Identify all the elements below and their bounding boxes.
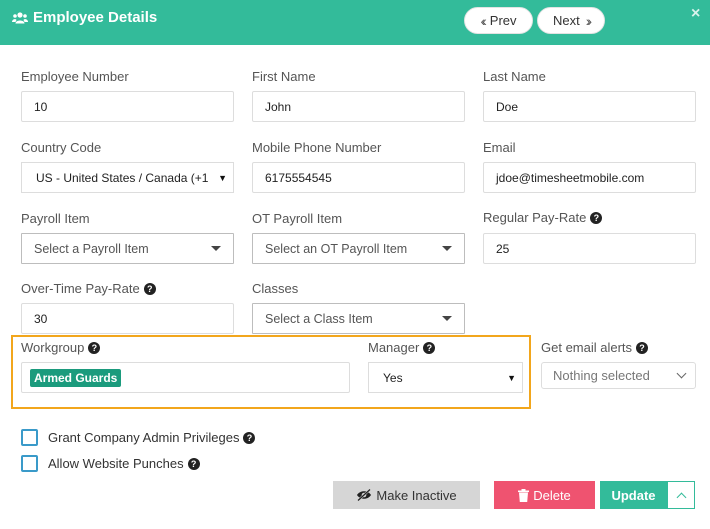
ot-payroll-item-placeholder: Select an OT Payroll Item [265, 241, 408, 256]
employee-number-label-text: Employee Number [21, 69, 129, 84]
users-icon [12, 11, 28, 23]
last-name-input[interactable]: Doe [483, 91, 696, 122]
chevron-up-icon [676, 492, 686, 502]
first-name-label-text: First Name [252, 69, 316, 84]
employee-number-input[interactable]: 10 [21, 91, 234, 122]
email-alerts-value: Nothing selected [553, 368, 650, 383]
workgroup-input[interactable]: Armed Guards [21, 362, 350, 393]
email-alerts-select[interactable]: Nothing selected [541, 362, 696, 389]
modal-header: Employee Details ‹‹ Prev Next ›› × [0, 0, 710, 45]
classes-label-text: Classes [252, 281, 299, 296]
double-chevron-right-icon: ›› [585, 12, 593, 29]
caret-down-icon: ▼ [218, 172, 227, 183]
last-name-value: Doe [496, 99, 519, 114]
regular-pay-rate-value: 25 [496, 241, 510, 256]
first-name-input[interactable]: John [252, 91, 465, 122]
title-text: Employee Details [33, 9, 158, 26]
prev-button[interactable]: ‹‹ Prev [464, 7, 533, 34]
mobile-phone-input[interactable]: 6175554545 [252, 162, 465, 193]
manager-label-text: Manager [368, 340, 420, 355]
question-circle-icon[interactable]: ? [636, 341, 649, 354]
workgroup-tag[interactable]: Armed Guards [30, 368, 122, 387]
payroll-item-placeholder: Select a Payroll Item [34, 241, 149, 256]
overtime-pay-rate-input[interactable]: 30 [21, 303, 234, 334]
double-chevron-left-icon: ‹‹ [480, 12, 487, 29]
admin-privileges-checkbox[interactable] [21, 429, 38, 446]
ot-payroll-item-label-text: OT Payroll Item [252, 211, 343, 226]
prev-label: Prev [489, 13, 517, 28]
employee-number-label: Employee Number [21, 69, 129, 84]
admin-privileges-label-text: Grant Company Admin Privileges [48, 430, 240, 445]
manager-value: Yes [383, 370, 403, 385]
manager-select[interactable]: Yes ▼ [368, 362, 523, 393]
email-value: jdoe@timesheetmobile.com [496, 170, 645, 185]
make-inactive-label: Make Inactive [376, 487, 457, 503]
modal-title: Employee Details [12, 9, 157, 26]
country-code-label: Country Code [21, 140, 101, 155]
workgroup-label-text: Workgroup [21, 340, 85, 355]
workgroup-label: Workgroup ? [21, 340, 101, 355]
regular-pay-rate-input[interactable]: 25 [483, 233, 696, 264]
overtime-pay-rate-label: Over-Time Pay-Rate ? [21, 281, 156, 296]
first-name-label: First Name [252, 69, 316, 84]
last-name-label: Last Name [483, 69, 546, 84]
mobile-phone-label: Mobile Phone Number [252, 140, 381, 155]
question-circle-icon[interactable]: ? [88, 341, 101, 354]
classes-select[interactable]: Select a Class Item [252, 303, 465, 334]
payroll-item-select[interactable]: Select a Payroll Item [21, 233, 234, 264]
payroll-item-label-text: Payroll Item [21, 211, 90, 226]
ot-payroll-item-label: OT Payroll Item [252, 211, 342, 226]
question-circle-icon[interactable]: ? [187, 457, 200, 470]
overtime-pay-rate-label-text: Over-Time Pay-Rate [21, 281, 140, 296]
question-circle-icon[interactable]: ? [590, 211, 603, 224]
chevron-down-icon [676, 368, 687, 379]
payroll-item-label: Payroll Item [21, 211, 90, 226]
next-label: Next [552, 13, 580, 28]
website-punches-checkbox[interactable] [21, 455, 38, 472]
eye-slash-icon [357, 489, 372, 501]
update-options-toggle[interactable] [667, 481, 695, 509]
regular-pay-rate-label-text: Regular Pay-Rate [483, 210, 587, 225]
email-alerts-label-text: Get email alerts [541, 340, 633, 355]
question-circle-icon[interactable]: ? [243, 431, 256, 444]
country-code-select[interactable]: US - United States / Canada (+1 ▼ [21, 162, 234, 193]
question-circle-icon[interactable]: ? [143, 282, 156, 295]
make-inactive-button[interactable]: Make Inactive [333, 481, 480, 509]
email-label-text: Email [483, 140, 516, 155]
next-button[interactable]: Next ›› [537, 7, 605, 34]
mobile-phone-value: 6175554545 [265, 170, 332, 185]
close-icon[interactable]: × [691, 5, 700, 23]
email-input[interactable]: jdoe@timesheetmobile.com [483, 162, 696, 193]
delete-button[interactable]: Delete [494, 481, 595, 509]
manager-label: Manager ? [368, 340, 436, 355]
classes-label: Classes [252, 281, 298, 296]
website-punches-label-text: Allow Website Punches [48, 456, 184, 471]
website-punches-label: Allow Website Punches ? [48, 456, 200, 471]
email-label: Email [483, 140, 516, 155]
trash-icon [518, 488, 530, 502]
update-label: Update [611, 487, 656, 503]
first-name-value: John [265, 99, 292, 114]
classes-placeholder: Select a Class Item [265, 311, 373, 326]
email-alerts-label: Get email alerts ? [541, 340, 649, 355]
update-button[interactable]: Update [600, 481, 667, 509]
ot-payroll-item-select[interactable]: Select an OT Payroll Item [252, 233, 465, 264]
caret-down-icon: ▼ [507, 372, 516, 383]
caret-down-icon [442, 246, 452, 251]
country-code-value: US - United States / Canada (+1 [36, 170, 209, 185]
regular-pay-rate-label: Regular Pay-Rate ? [483, 210, 603, 225]
caret-down-icon [211, 246, 221, 251]
mobile-phone-label-text: Mobile Phone Number [252, 140, 382, 155]
delete-label: Delete [533, 487, 571, 503]
overtime-pay-rate-value: 30 [34, 311, 48, 326]
employee-number-value: 10 [34, 99, 48, 114]
country-code-label-text: Country Code [21, 140, 102, 155]
last-name-label-text: Last Name [483, 69, 546, 84]
question-circle-icon[interactable]: ? [423, 341, 436, 354]
caret-down-icon [442, 316, 452, 321]
admin-privileges-label: Grant Company Admin Privileges ? [48, 430, 256, 445]
